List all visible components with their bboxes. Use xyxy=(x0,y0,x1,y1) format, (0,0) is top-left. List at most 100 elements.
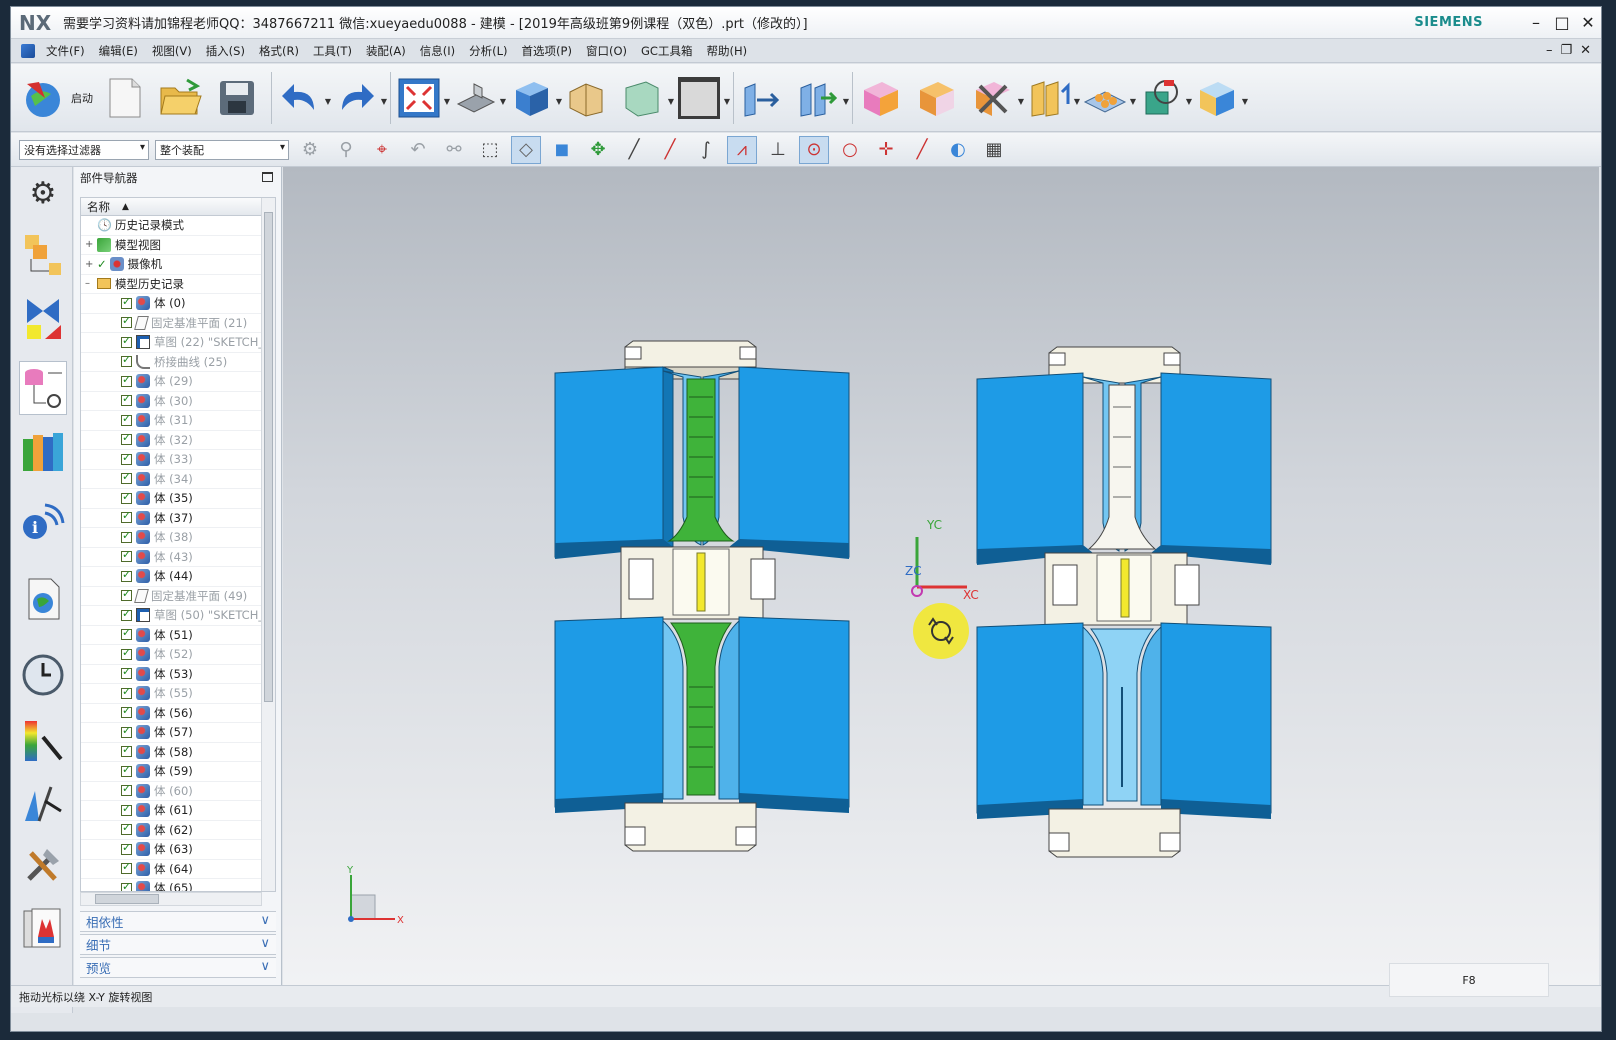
visibility-checkbox[interactable] xyxy=(121,743,132,758)
assembly-navigator-tab[interactable] xyxy=(21,233,65,277)
visualization-tab[interactable] xyxy=(21,719,65,763)
snap-midpoint-button[interactable]: ╱ xyxy=(655,136,685,164)
tree-node[interactable]: + ✓ 摄像机 xyxy=(81,255,275,275)
tree-node[interactable]: 体 (58) xyxy=(81,743,275,762)
graphics-window[interactable]: YC ZC XC Y X xyxy=(283,167,1599,985)
tree-node[interactable]: 体 (51) xyxy=(81,626,275,645)
web-browser-tab[interactable] xyxy=(21,577,65,621)
visibility-checkbox[interactable] xyxy=(121,763,132,777)
tree-node[interactable]: 体 (63) xyxy=(81,840,275,860)
part-navigator-tree[interactable]: 名称 ▲ 🕓历史记录模式 + 模型视图 +✓ 摄像机 – 模型历史记录体 (0) 固定基准平面… xyxy=(80,197,276,892)
selection-intent-button[interactable]: ↶ xyxy=(403,136,433,164)
tree-node[interactable]: 固定基准平面 (21) xyxy=(81,314,275,333)
left-top-left-block[interactable] xyxy=(554,366,664,558)
tree-horizontal-scrollbar[interactable] xyxy=(80,892,262,906)
reuse-library-tab[interactable] xyxy=(21,429,65,473)
visibility-checkbox[interactable] xyxy=(121,373,132,387)
open-button[interactable] xyxy=(159,74,203,122)
visibility-checkbox[interactable] xyxy=(121,685,132,699)
close-button[interactable]: ✕ xyxy=(1575,13,1601,32)
tree-horizontal-scroll-thumb[interactable] xyxy=(95,894,159,904)
expand-toggle-icon[interactable]: – xyxy=(85,278,95,289)
background-dropdown-icon[interactable]: ▼ xyxy=(724,97,730,106)
extrude-button[interactable]: ▼ xyxy=(1195,74,1248,122)
history-tab[interactable] xyxy=(21,653,65,697)
visibility-checkbox[interactable] xyxy=(121,490,132,504)
extrude-dropdown-icon[interactable]: ▼ xyxy=(1242,97,1248,106)
process-studio-tab[interactable] xyxy=(21,781,65,825)
select-faces-button[interactable]: ◇ xyxy=(511,135,541,164)
pattern-button[interactable]: ▼ xyxy=(1083,74,1136,122)
snap-control-point-button[interactable]: ∫ xyxy=(691,136,721,164)
tree-node[interactable]: 体 (33) xyxy=(81,450,275,470)
information-tab[interactable]: i xyxy=(21,497,65,541)
visibility-checkbox[interactable] xyxy=(121,782,132,797)
tree-node[interactable]: 体 (34) xyxy=(81,470,275,489)
expand-toggle-icon[interactable]: + xyxy=(85,239,95,250)
model-viewport[interactable]: YC ZC XC Y X xyxy=(283,167,1599,985)
delete-dropdown-icon[interactable]: ▼ xyxy=(1018,97,1024,106)
transform-dropdown-icon[interactable]: ▼ xyxy=(843,97,849,106)
tree-node[interactable]: 体 (35) xyxy=(81,489,275,509)
checkmark-icon[interactable]: ✓ xyxy=(97,257,107,271)
menu-assemblies[interactable]: 装配(A) xyxy=(359,43,413,59)
tree-node[interactable]: 体 (56) xyxy=(81,704,275,723)
visibility-checkbox[interactable] xyxy=(121,704,132,719)
left-bottom-right-block[interactable] xyxy=(738,616,850,808)
snap-existing-point-button[interactable]: ✛ xyxy=(871,136,901,164)
rendering-dropdown-icon[interactable]: ▼ xyxy=(556,97,562,106)
redo-dropdown-icon[interactable]: ▼ xyxy=(381,97,387,106)
dependencies-panel[interactable]: 相依性 ∨ xyxy=(80,911,276,932)
visibility-checkbox[interactable] xyxy=(121,860,132,875)
snap-quadrant-button[interactable]: ○ xyxy=(835,136,865,164)
tree-node[interactable]: + 模型视图 xyxy=(81,236,275,255)
visibility-checkbox[interactable] xyxy=(121,451,132,465)
snap-tangent-button[interactable]: ⊥ xyxy=(763,136,793,164)
selection-scope-combo[interactable]: 整个装配 xyxy=(155,139,289,160)
snap-point-toggle[interactable]: ✥ xyxy=(583,136,613,164)
menu-help[interactable]: 帮助(H) xyxy=(699,43,754,59)
visibility-checkbox[interactable] xyxy=(121,295,132,309)
tree-node[interactable]: 体 (43) xyxy=(81,548,275,567)
menu-view[interactable]: 视图(V) xyxy=(145,43,199,59)
part-navigator-tab[interactable] xyxy=(19,361,67,415)
visibility-checkbox[interactable] xyxy=(121,607,132,621)
system-materials-tab[interactable] xyxy=(21,907,65,951)
orient-view-button[interactable]: ▼ xyxy=(453,74,506,122)
tree-node[interactable]: – 模型历史记录 xyxy=(81,275,275,294)
menu-analysis[interactable]: 分析(L) xyxy=(462,43,514,59)
roles-tab[interactable]: ⚙ xyxy=(21,171,65,215)
left-mold-assembly[interactable] xyxy=(554,340,850,852)
clip-section-button[interactable]: ▼ xyxy=(621,74,674,122)
visibility-checkbox[interactable] xyxy=(121,724,132,738)
tree-node[interactable]: 体 (61) xyxy=(81,801,275,821)
name-column-header[interactable]: 名称 ▲ xyxy=(81,198,275,216)
move-object-button[interactable] xyxy=(740,74,784,122)
tree-node[interactable]: 桥接曲线 (25) xyxy=(81,353,275,372)
left-top-green-core[interactable] xyxy=(667,378,735,542)
visibility-checkbox[interactable] xyxy=(121,626,132,641)
orient-dropdown-icon[interactable]: ▼ xyxy=(500,97,506,106)
snap-point-on-face-button[interactable]: ◐ xyxy=(943,136,973,164)
rendering-style-button[interactable]: ▼ xyxy=(509,74,562,122)
clip-dropdown-icon[interactable]: ▼ xyxy=(668,97,674,106)
edit-section-button[interactable] xyxy=(565,74,609,122)
visibility-checkbox[interactable] xyxy=(121,470,132,485)
tree-node[interactable]: 体 (57) xyxy=(81,723,275,743)
select-all-button[interactable]: ⌖ xyxy=(367,136,397,164)
snap-point-on-curve-button[interactable]: ╱ xyxy=(907,136,937,164)
boolean-dropdown-icon[interactable]: ▼ xyxy=(1186,97,1192,106)
visibility-checkbox[interactable] xyxy=(121,880,132,891)
menu-information[interactable]: 信息(I) xyxy=(413,43,462,59)
background-button[interactable]: ▼ xyxy=(677,74,730,122)
save-button[interactable] xyxy=(215,74,259,122)
tree-node[interactable]: 体 (55) xyxy=(81,684,275,704)
assembly-filter-button[interactable]: ⚙ xyxy=(295,136,325,164)
snap-endpoint-button[interactable]: ╱ xyxy=(619,136,649,164)
left-top-right-block[interactable] xyxy=(738,366,850,558)
visibility-checkbox[interactable] xyxy=(121,509,132,524)
expand-toggle-icon[interactable]: + xyxy=(85,259,95,270)
preview-panel[interactable]: 预览 ∨ xyxy=(80,957,276,978)
tree-node[interactable]: 草图 (22) "SKETCH_ xyxy=(81,333,275,353)
visibility-checkbox[interactable] xyxy=(121,548,132,563)
